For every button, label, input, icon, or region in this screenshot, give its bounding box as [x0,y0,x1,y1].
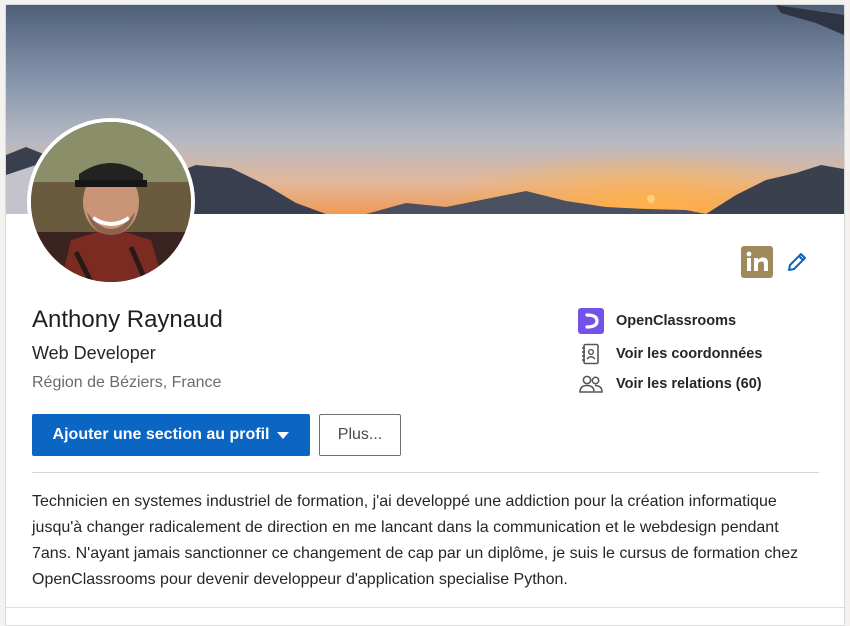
pencil-icon[interactable] [780,245,814,279]
connections-link[interactable]: Voir les relations (60) [577,370,762,398]
section-divider [32,472,819,473]
linkedin-logo-icon[interactable] [740,245,774,279]
caret-down-icon [277,431,290,439]
profile-name: Anthony Raynaud [32,306,223,333]
add-profile-section-label: Ajouter une section au profil [52,426,270,443]
contact-info-link[interactable]: Voir les coordonnées [577,340,762,368]
profile-card: Anthony Raynaud Web Developer Région de … [5,4,845,626]
contact-info-label: Voir les coordonnées [616,346,763,362]
connections-label: Voir les relations (60) [616,376,762,392]
openclassrooms-logo-icon [577,307,605,335]
profile-location: Région de Béziers, France [32,374,222,391]
address-book-icon [577,340,605,368]
profile-photo [31,122,191,282]
profile-avatar[interactable] [27,118,195,286]
card-bottom-divider [6,607,844,608]
profile-summary: Technicien en systemes industriel de for… [32,493,799,588]
company-link[interactable]: OpenClassrooms [577,307,736,335]
add-profile-section-button[interactable]: Ajouter une section au profil [32,414,310,456]
profile-headline: Web Developer [32,343,156,363]
company-link-label: OpenClassrooms [616,313,737,329]
people-icon [577,370,605,398]
more-button[interactable]: Plus... [319,414,401,456]
